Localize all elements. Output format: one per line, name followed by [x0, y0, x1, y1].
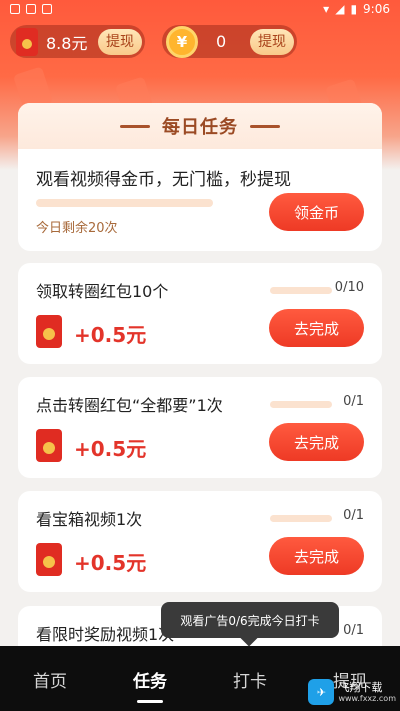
tab-checkin[interactable]: 打卡	[200, 646, 300, 711]
gold-coin-icon: ¥	[166, 25, 198, 58]
task-progress-bar	[270, 287, 332, 294]
task-title: 领取转圈红包10个	[36, 282, 169, 301]
task-progress-count: 0/1	[343, 623, 364, 638]
tab-label: 首页	[33, 672, 67, 692]
red-envelope-icon	[36, 543, 62, 576]
go-complete-button[interactable]: 去完成	[269, 537, 364, 575]
task-reward: +0.5元	[74, 437, 147, 461]
status-bar: ▾ ◢ ▮ 9:06	[0, 0, 400, 18]
cash-amount: 8.8元	[46, 33, 88, 53]
task-reward: +0.5元	[74, 323, 147, 347]
tab-tasks[interactable]: 任务	[100, 646, 200, 711]
go-complete-button[interactable]: 去完成	[269, 309, 364, 347]
daily-task-header-card: 每日任务 观看视频得金币，无门槛，秒提现 今日剩余20次 领金币	[18, 103, 382, 251]
battery-icon: ▮	[350, 2, 358, 16]
cash-wallet: 8.8元 提现	[10, 25, 145, 58]
divider	[120, 124, 150, 128]
task-reward: +0.5元	[74, 551, 147, 575]
go-complete-button[interactable]: 去完成	[269, 423, 364, 461]
red-envelope-icon	[16, 27, 38, 56]
coin-wallet: ¥ 0 提现	[162, 25, 297, 58]
watermark-url: www.fxxz.com	[338, 693, 396, 703]
tab-home[interactable]: 首页	[0, 646, 100, 711]
task-card: 领取转圈红包10个 0/10 +0.5元 去完成	[18, 263, 382, 364]
featured-progress-bar	[36, 199, 213, 207]
featured-remaining: 今日剩余20次	[36, 221, 118, 236]
task-progress-count: 0/1	[343, 508, 364, 523]
square-icon	[26, 4, 36, 14]
red-envelope-icon	[36, 429, 62, 462]
signal-icon: ◢	[335, 2, 345, 16]
tab-label: 打卡	[233, 672, 267, 692]
active-tab-indicator	[137, 700, 163, 703]
task-title: 点击转圈红包“全都要”1次	[36, 396, 223, 415]
task-progress-count: 0/10	[334, 280, 364, 295]
divider	[250, 124, 280, 128]
shield-icon	[10, 4, 20, 14]
task-card: 点击转圈红包“全都要”1次 0/1 +0.5元 去完成	[18, 377, 382, 478]
section-title: 每日任务	[162, 117, 238, 138]
claim-coins-button[interactable]: 领金币	[269, 193, 364, 231]
red-envelope-icon	[36, 315, 62, 348]
watermark-logo-icon: ✈	[308, 679, 335, 705]
task-title: 看限时奖励视频1次	[36, 625, 175, 644]
status-time: 9:06	[363, 2, 390, 16]
tab-label: 任务	[133, 672, 167, 692]
site-watermark: ✈ 飞翔下载 www.fxxz.com	[308, 679, 396, 705]
coin-amount: 0	[216, 32, 227, 51]
checkin-toast: 观看广告0/6完成今日打卡	[161, 602, 339, 638]
task-progress-count: 0/1	[343, 394, 364, 409]
sim-icon	[42, 4, 52, 14]
section-header: 每日任务	[18, 103, 382, 149]
wifi-icon: ▾	[323, 2, 330, 16]
cash-withdraw-button[interactable]: 提现	[98, 28, 142, 55]
watermark-name: 飞翔下载	[338, 680, 383, 694]
task-card: 看宝箱视频1次 0/1 +0.5元 去完成	[18, 491, 382, 592]
task-progress-bar	[270, 401, 332, 408]
coin-withdraw-button[interactable]: 提现	[250, 28, 294, 55]
featured-task-title: 观看视频得金币，无门槛，秒提现	[36, 170, 291, 190]
task-progress-bar	[270, 515, 332, 522]
task-title: 看宝箱视频1次	[36, 510, 143, 529]
